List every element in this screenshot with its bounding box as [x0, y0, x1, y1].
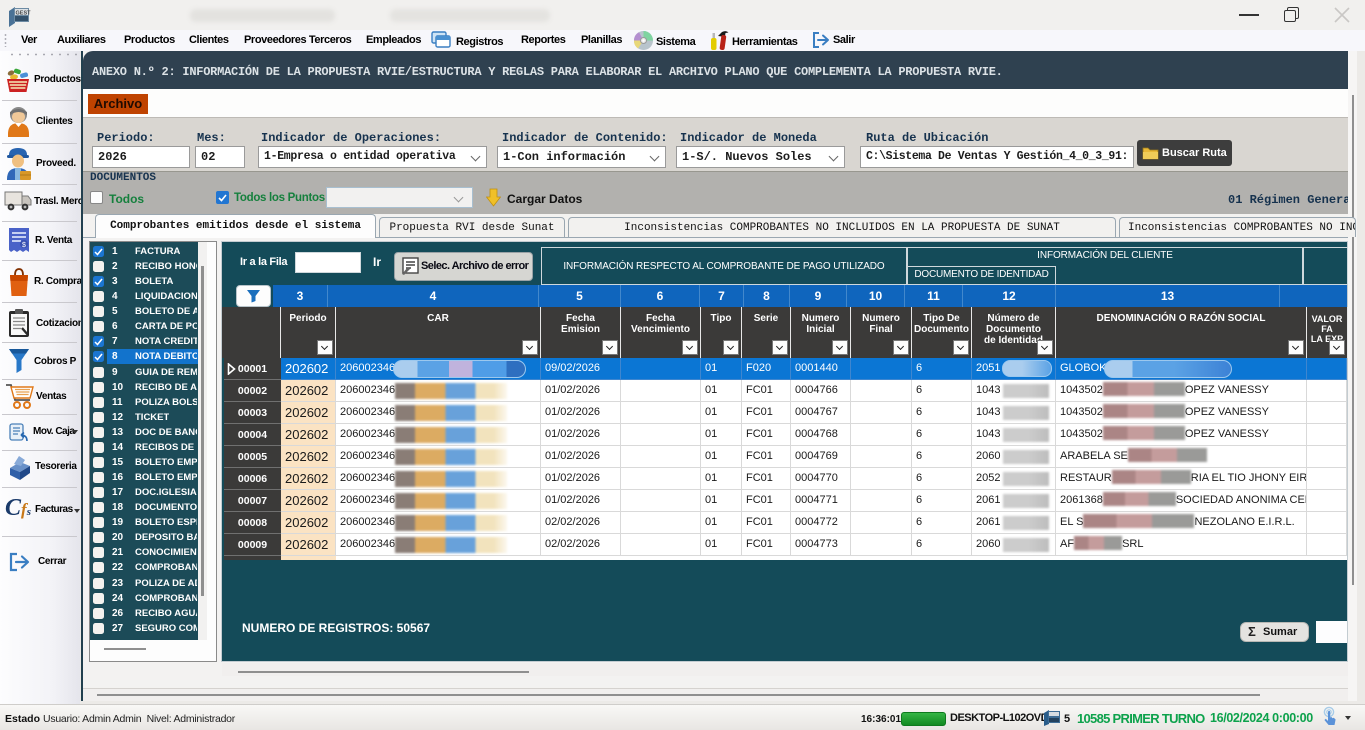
svg-text:GEST: GEST	[16, 11, 32, 17]
svg-text:$: $	[22, 242, 26, 249]
